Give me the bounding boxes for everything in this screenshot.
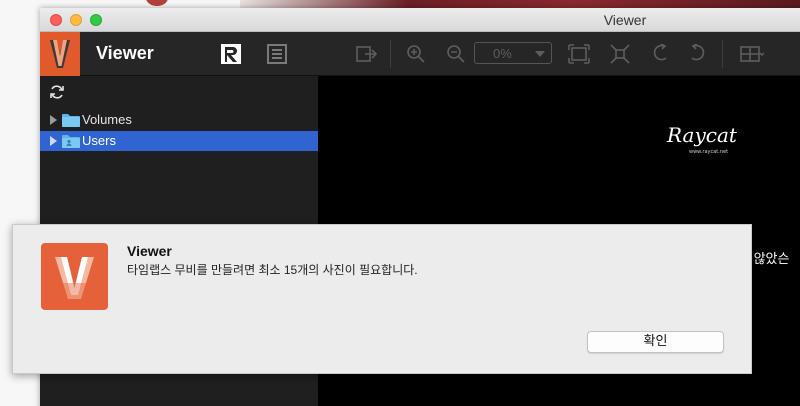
actual-size-icon[interactable] bbox=[610, 44, 630, 64]
watermark-url: www.raycat.net bbox=[689, 149, 728, 155]
layout-icon[interactable] bbox=[740, 44, 764, 64]
sidebar-item-users[interactable]: Users bbox=[40, 131, 318, 151]
window-title: Viewer bbox=[603, 12, 647, 28]
alert-dialog: Viewer 타임랩스 무비를 만들려면 최소 15개의 사진이 필요합니다. … bbox=[12, 224, 752, 374]
background-window-strip bbox=[240, 0, 800, 8]
toolbar: Viewer 0% bbox=[40, 32, 800, 76]
disclosure-triangle-icon[interactable] bbox=[50, 136, 57, 146]
users-folder-icon bbox=[62, 135, 80, 148]
zoom-level-select[interactable]: 0% bbox=[474, 42, 552, 64]
confirm-button[interactable]: 확인 bbox=[587, 331, 724, 353]
alert-message: 타임랩스 무비를 만들려면 최소 15개의 사진이 필요합니다. bbox=[127, 263, 418, 277]
alert-title: Viewer bbox=[127, 243, 172, 259]
rotate-right-icon[interactable] bbox=[688, 44, 706, 64]
sidebar-item-volumes[interactable]: Volumes bbox=[40, 110, 318, 130]
sidebar-item-label: Volumes bbox=[82, 112, 132, 127]
title-bar[interactable]: Viewer bbox=[40, 8, 800, 32]
folder-icon bbox=[62, 114, 80, 127]
app-icon bbox=[41, 243, 108, 310]
watermark-text: Raycat bbox=[666, 123, 738, 147]
raw-mode-icon[interactable] bbox=[220, 43, 242, 65]
fit-to-window-icon[interactable] bbox=[568, 44, 590, 64]
zoom-in-icon[interactable] bbox=[406, 44, 426, 64]
rotate-left-icon[interactable] bbox=[652, 44, 670, 64]
sidebar-item-label: Users bbox=[82, 133, 116, 148]
app-logo-icon bbox=[40, 32, 80, 76]
refresh-icon[interactable] bbox=[49, 84, 65, 100]
zoom-level-value: 0% bbox=[493, 46, 512, 61]
export-icon[interactable] bbox=[356, 44, 378, 64]
sequence-mode-icon[interactable] bbox=[266, 43, 288, 65]
disclosure-triangle-icon[interactable] bbox=[50, 115, 57, 125]
zoom-out-icon[interactable] bbox=[446, 44, 466, 64]
raycat-watermark: Raycat www.raycat.net bbox=[666, 123, 738, 155]
toolbar-divider bbox=[390, 40, 391, 68]
chevron-down-icon bbox=[535, 51, 545, 57]
app-name: Viewer bbox=[96, 43, 154, 63]
toolbar-divider bbox=[722, 40, 723, 68]
